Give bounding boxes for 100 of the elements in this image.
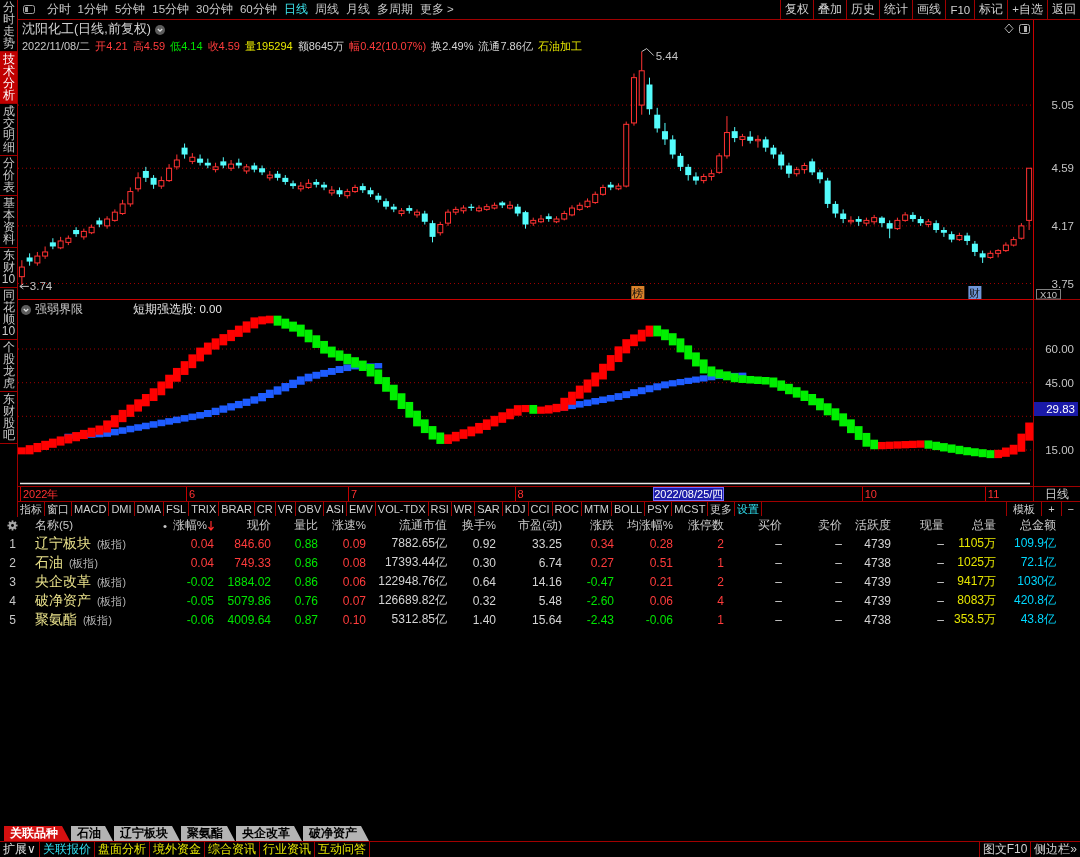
period-tab[interactable]: 30分钟: [192, 0, 237, 19]
related-tab[interactable]: 破净资产: [303, 826, 369, 841]
period-tab[interactable]: 多周期: [373, 0, 417, 19]
indicator-name[interactable]: 强弱界限: [35, 302, 83, 317]
indicator-tab[interactable]: BRAR: [219, 502, 255, 516]
related-tab[interactable]: 央企改革: [236, 826, 302, 841]
sector-name[interactable]: 石油: [35, 553, 63, 572]
column-header[interactable]: 市盈(动): [498, 518, 564, 533]
column-header[interactable]: 涨速%: [320, 518, 368, 533]
toolbar-button[interactable]: 历史: [846, 0, 880, 19]
sidebar-tab[interactable]: 东财股吧: [0, 392, 17, 444]
toolbar-button[interactable]: F10: [945, 0, 975, 19]
period-tab[interactable]: 分时: [43, 0, 74, 19]
status-tab[interactable]: 盘面分析: [94, 842, 150, 857]
period-tab[interactable]: 1分钟: [74, 0, 112, 19]
related-tab[interactable]: 石油: [71, 826, 113, 841]
dropdown-icon[interactable]: [21, 304, 31, 315]
column-header[interactable]: 流通市值: [368, 518, 449, 533]
template-button[interactable]: 模板: [1006, 502, 1042, 516]
sidebar-tab[interactable]: 技术分析: [0, 52, 17, 104]
dropdown-icon[interactable]: [154, 24, 165, 35]
indicator-tab[interactable]: KDJ: [502, 502, 529, 516]
sidebar-tab[interactable]: 同花顺10: [0, 288, 17, 340]
indicator-tab[interactable]: MACD: [72, 502, 110, 516]
status-tab[interactable]: 行业资讯: [259, 842, 315, 857]
indicator-tab[interactable]: PSY: [645, 502, 673, 516]
period-tab[interactable]: 日线: [280, 0, 312, 19]
indicator-tab[interactable]: FSL: [164, 502, 190, 516]
toolbar-button[interactable]: 标记: [974, 0, 1008, 19]
sidebar-tab[interactable]: 个股龙虎: [0, 340, 17, 392]
toolbar-button[interactable]: 返回: [1047, 0, 1080, 19]
add-button[interactable]: +: [1041, 502, 1061, 516]
indicator-tab[interactable]: VR: [275, 502, 296, 516]
period-tab[interactable]: 5分钟: [111, 0, 149, 19]
indicator-tab[interactable]: DMI: [109, 502, 135, 516]
related-tab[interactable]: 聚氨酯: [181, 826, 235, 841]
column-header[interactable]: 涨停数: [675, 518, 726, 533]
expand-button[interactable]: 扩展∨: [0, 842, 40, 857]
indicator-tab[interactable]: 指标: [18, 502, 45, 516]
status-tab[interactable]: 互动问答: [314, 842, 370, 857]
indicator-tab[interactable]: ROC: [552, 502, 582, 516]
scale-label[interactable]: X10: [1036, 288, 1061, 300]
indicator-tab[interactable]: TRIX: [189, 502, 220, 516]
column-header[interactable]: 现价: [216, 518, 273, 533]
indicator-tab[interactable]: OBV: [296, 502, 325, 516]
indicator-tab[interactable]: WR: [451, 502, 476, 516]
toolbar-button[interactable]: +自选: [1007, 0, 1047, 19]
column-header[interactable]: 总金额: [998, 518, 1058, 533]
indicator-tab[interactable]: SAR: [475, 502, 503, 516]
settings-tab[interactable]: 设置: [735, 502, 763, 516]
sidebar-tab[interactable]: 成交明细: [0, 104, 17, 156]
indicator-tab[interactable]: 窗口: [45, 502, 72, 516]
column-header[interactable]: 现量: [893, 518, 946, 533]
related-tab[interactable]: 辽宁板块: [114, 826, 180, 841]
toolbar-button[interactable]: 画线: [912, 0, 946, 19]
sector-name[interactable]: 央企改革: [35, 572, 91, 591]
indicator-tab[interactable]: 更多: [708, 502, 736, 516]
panel-icon[interactable]: [1019, 24, 1030, 34]
period-tab[interactable]: 周线: [311, 0, 343, 19]
indicator-tab[interactable]: MCST: [672, 502, 709, 516]
indicator-tab[interactable]: CR: [254, 502, 276, 516]
related-tab[interactable]: 关联品种: [4, 826, 70, 841]
toolbar-button[interactable]: 叠加: [813, 0, 847, 19]
column-header[interactable]: •: [160, 519, 170, 532]
column-header[interactable]: 换手%: [449, 518, 498, 533]
diamond-icon[interactable]: [1004, 23, 1014, 34]
indicator-tab[interactable]: EMV: [346, 502, 376, 516]
settings-icon[interactable]: [7, 520, 18, 531]
indicator-tab[interactable]: VOL-TDX: [375, 502, 429, 516]
event-tag[interactable]: 榜: [631, 286, 645, 299]
sidebar-tab[interactable]: 分价表: [0, 156, 17, 196]
period-tab[interactable]: 60分钟: [236, 0, 281, 19]
indicator-tab[interactable]: ASI: [324, 502, 347, 516]
column-header[interactable]: 买价: [726, 518, 784, 533]
period-tab[interactable]: 月线: [342, 0, 374, 19]
sidebar-tab[interactable]: 东财10: [0, 248, 17, 288]
indicator-tab[interactable]: BOLL: [612, 502, 646, 516]
column-header[interactable]: 涨跌: [564, 518, 616, 533]
indicator-tab[interactable]: DMA: [134, 502, 164, 516]
toolbar-button[interactable]: 统计: [879, 0, 913, 19]
sidebar-tab[interactable]: 基本资料: [0, 196, 17, 248]
sector-name[interactable]: 辽宁板块: [35, 534, 91, 553]
status-tab[interactable]: 境外资金: [149, 842, 205, 857]
sector-name[interactable]: 聚氨酯: [35, 610, 77, 629]
event-tag[interactable]: 财: [968, 286, 982, 299]
column-header[interactable]: 总量: [946, 518, 998, 533]
sector-name[interactable]: 破净资产: [35, 591, 91, 610]
column-header[interactable]: 量比: [273, 518, 320, 533]
status-tab[interactable]: 综合资讯: [204, 842, 260, 857]
panel-icon[interactable]: [23, 5, 35, 14]
period-tab[interactable]: 15分钟: [148, 0, 193, 19]
indicator-tab[interactable]: CCI: [528, 502, 553, 516]
column-header[interactable]: 名称(5): [25, 518, 160, 533]
indicator-tab[interactable]: RSI: [428, 502, 452, 516]
indicator-tab[interactable]: MTM: [582, 502, 613, 516]
column-header[interactable]: 涨幅%: [170, 518, 216, 533]
remove-button[interactable]: −: [1060, 502, 1080, 516]
column-header[interactable]: 卖价: [784, 518, 844, 533]
status-button[interactable]: 图文F10: [978, 842, 1031, 857]
status-button[interactable]: 侧边栏»: [1030, 842, 1080, 857]
